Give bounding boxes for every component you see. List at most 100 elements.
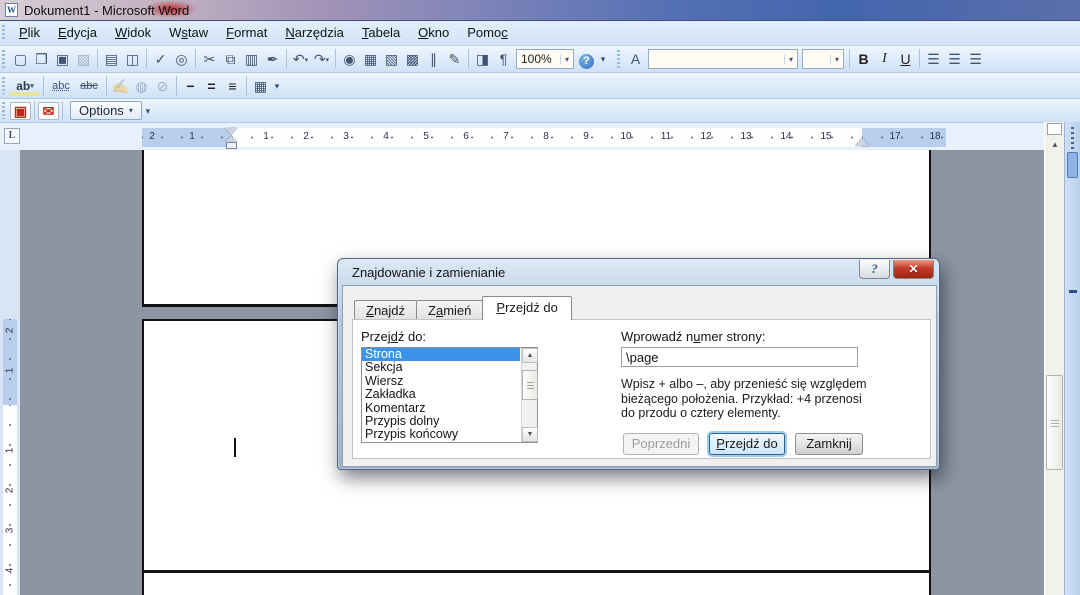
first-line-indent-marker[interactable] [225, 128, 237, 135]
undo-icon[interactable]: ↶▾ [290, 49, 311, 69]
menu-format[interactable]: Format [217, 21, 276, 45]
goto-button[interactable]: Przejdź do [709, 433, 785, 455]
toolbar-grip[interactable] [2, 77, 7, 95]
toolbar-grip[interactable] [2, 25, 7, 42]
goto-list-item[interactable]: Strona [362, 348, 520, 361]
drawing-icon[interactable]: ✎ [444, 49, 465, 69]
menu-pomoc[interactable]: Pomoc [458, 21, 516, 45]
redo-icon[interactable]: ↷▾ [311, 49, 332, 69]
cut-icon[interactable]: ✂ [199, 49, 220, 69]
font-name-combo[interactable]: ▾ [648, 49, 798, 69]
toolbar-overflow-chevron-icon[interactable]: ▾ [597, 49, 609, 69]
list-scroll-up-icon[interactable]: ▲ [522, 348, 538, 363]
reject-change-icon[interactable]: ◍ [131, 76, 152, 96]
scrollbar-thumb[interactable] [1046, 375, 1063, 470]
menu-okno[interactable]: Okno [409, 21, 458, 45]
styles-and-formatting-icon[interactable]: A [625, 49, 646, 69]
toolbar-separator [849, 49, 850, 69]
list-scrollbar-thumb[interactable] [522, 370, 538, 400]
menu-wstaw[interactable]: Wstaw [160, 21, 217, 45]
toolbar-overflow-chevron-icon[interactable]: ▾ [271, 76, 283, 96]
goto-list-item[interactable]: Sekcja [362, 361, 520, 374]
menu-narzedzia[interactable]: Narzędzia [276, 21, 353, 45]
menu-edycja[interactable]: Edycja [49, 21, 106, 45]
convert-to-adobe-pdf-icon[interactable]: ▣ [10, 102, 31, 120]
insert-hyperlink-icon[interactable]: ◉ [339, 49, 360, 69]
highlight-icon[interactable]: ab▾ [10, 76, 40, 96]
tab-stop-selector[interactable]: L [4, 128, 20, 144]
dialog-close-button[interactable]: ✕ [893, 260, 934, 279]
insert-excel-sheet-icon[interactable]: ▩ [402, 49, 423, 69]
align-center-icon[interactable]: ☰ [944, 49, 965, 69]
listbox-scrollbar[interactable]: ▲ ▼ [521, 348, 537, 442]
tab-przejd-do[interactable]: Przejdź do [482, 296, 571, 320]
close-button[interactable]: Zamknij [795, 433, 863, 455]
dock-selected-tool[interactable] [1067, 152, 1078, 178]
horizontal-ruler[interactable] [232, 128, 862, 147]
save-icon[interactable]: ▣ [52, 49, 73, 69]
print-preview-icon[interactable]: ◫ [122, 49, 143, 69]
table-grid-icon[interactable]: ▦ [250, 76, 271, 96]
goto-listbox[interactable]: StronaSekcjaWierszZakładkaKomentarzPrzyp… [361, 347, 538, 443]
stop-recording-icon[interactable]: ⊘ [152, 76, 173, 96]
insert-table-icon[interactable]: ▧ [381, 49, 402, 69]
page-number-input[interactable] [621, 347, 858, 367]
goto-list-item[interactable]: Zakładka [362, 388, 520, 401]
menu-tabela[interactable]: Tabela [353, 21, 409, 45]
line-medium-icon[interactable]: = [201, 76, 222, 96]
line-thick-icon[interactable]: ≡ [222, 76, 243, 96]
align-left-icon[interactable]: ☰ [923, 49, 944, 69]
pdf-options-button[interactable]: Options ▾ [70, 101, 142, 120]
spelling-marks-icon[interactable]: abc [47, 76, 75, 96]
research-icon[interactable]: ◎ [171, 49, 192, 69]
list-scroll-down-icon[interactable]: ▼ [522, 427, 538, 442]
goto-list-item[interactable]: Komentarz [362, 402, 520, 415]
columns-icon[interactable]: ∥ [423, 49, 444, 69]
scrollbar-grip-icon [1051, 420, 1059, 427]
permission-icon[interactable]: ▨ [73, 49, 94, 69]
line-thin-icon[interactable]: − [180, 76, 201, 96]
accept-change-icon[interactable]: ✍ [110, 76, 131, 96]
tab-zamie-[interactable]: Zamień [416, 300, 483, 320]
goto-list-item[interactable]: Wiersz [362, 375, 520, 388]
copy-icon[interactable]: ⧉ [220, 49, 241, 69]
toolbar-grip[interactable] [2, 102, 7, 118]
open-icon[interactable]: ❐ [31, 49, 52, 69]
goto-list-item[interactable]: Przypis końcowy [362, 428, 520, 441]
format-painter-icon[interactable]: ✒ [262, 49, 283, 69]
right-indent-marker[interactable] [855, 138, 869, 146]
toolbar-overflow-chevron-icon[interactable]: ▾ [142, 101, 154, 121]
dialog-help-button[interactable]: ? [859, 260, 890, 279]
vertical-ruler: 211234 [0, 150, 20, 595]
bold-icon[interactable]: B [853, 49, 874, 69]
toolbar-grip[interactable] [617, 50, 622, 68]
previous-button[interactable]: Poprzedni [623, 433, 699, 455]
vertical-scrollbar[interactable]: ▲ [1044, 122, 1064, 595]
new-document-icon[interactable]: ▢ [10, 49, 31, 69]
align-right-icon[interactable]: ☰ [965, 49, 986, 69]
menu-widok[interactable]: Widok [106, 21, 160, 45]
dock-grip-dots-icon[interactable] [1071, 127, 1074, 149]
zoom-combo[interactable]: 100%▾ [516, 49, 574, 69]
goto-list-item[interactable]: Przypis dolny [362, 415, 520, 428]
tables-and-borders-icon[interactable]: ▦ [360, 49, 381, 69]
scroll-up-arrow-icon[interactable]: ▲ [1045, 140, 1065, 149]
print-icon[interactable]: ▤ [101, 49, 122, 69]
toolbar-separator [106, 76, 107, 96]
paste-icon[interactable]: ▥ [241, 49, 262, 69]
underline-icon[interactable]: U [895, 49, 916, 69]
split-handle[interactable] [1047, 123, 1062, 135]
left-indent-marker[interactable] [226, 142, 237, 149]
toolbar-grip[interactable] [2, 50, 7, 68]
italic-icon[interactable]: I [874, 49, 895, 69]
document-map-icon[interactable]: ◨ [472, 49, 493, 69]
font-size-combo[interactable]: ▾ [802, 49, 844, 69]
strikethrough-icon[interactable]: abc [75, 76, 103, 96]
show-hide-paragraph-icon[interactable]: ¶ [493, 49, 514, 69]
tab-znajd-[interactable]: Znajdź [354, 300, 417, 320]
menu-plik[interactable]: Plik [10, 21, 49, 45]
dialog-title: Znajdowanie i zamienianie [352, 265, 505, 280]
convert-and-email-pdf-icon[interactable]: ✉ [38, 102, 59, 120]
spelling-grammar-icon[interactable]: ✓ [150, 49, 171, 69]
help-icon[interactable]: ? [576, 49, 597, 69]
